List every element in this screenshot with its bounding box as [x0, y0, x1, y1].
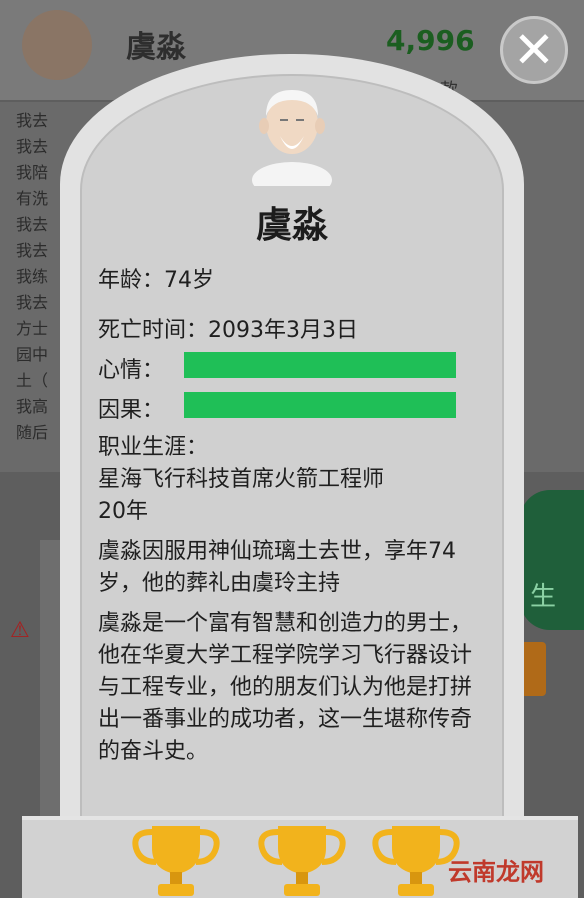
deceased-name: 虞淼 — [255, 205, 328, 246]
close-button[interactable]: ✕ — [500, 16, 568, 84]
watermark: 云南龙网 — [448, 858, 544, 886]
elder-portrait-icon — [252, 90, 332, 186]
career-title: 星海飞行科技首席火箭工程师 — [98, 467, 385, 492]
biography-text: 虞淼是一个富有智慧和创造力的男士，他在华夏大学工程学院学习飞行器设计与工程专业，… — [98, 611, 473, 764]
money-display: 4,996 — [386, 24, 475, 57]
career-label: 职业生涯： — [98, 435, 209, 460]
side-action-label: 生 — [530, 582, 557, 612]
death-note: 虞淼因服用神仙琉璃土去世，享年74岁，他的葬礼由虞玲主持 — [98, 539, 456, 596]
side-action-button[interactable]: 生 — [520, 490, 584, 630]
death-time-value: 2093年3月3日 — [208, 318, 358, 343]
death-time-row: 死亡时间：2093年3月3日 — [98, 312, 358, 344]
age-label: 年龄： — [98, 268, 165, 293]
age-row: 年龄：74岁 — [98, 262, 214, 294]
career-years: 20年 — [98, 499, 148, 524]
death-time-label: 死亡时间： — [98, 318, 209, 343]
warning-icon: ⚠ — [10, 618, 30, 643]
close-icon: ✕ — [513, 21, 555, 79]
karma-label: 因果： — [98, 398, 165, 423]
player-name: 虞淼 — [126, 30, 186, 65]
player-avatar — [22, 10, 92, 80]
trophy-icon — [258, 826, 346, 896]
mood-label: 心情： — [98, 358, 165, 383]
age-value: 74岁 — [164, 268, 215, 293]
trophy-icon — [132, 826, 220, 896]
career-section: 职业生涯： 星海飞行科技首席火箭工程师 20年 — [98, 432, 484, 528]
karma-bar — [184, 392, 456, 418]
mood-bar — [184, 352, 456, 378]
